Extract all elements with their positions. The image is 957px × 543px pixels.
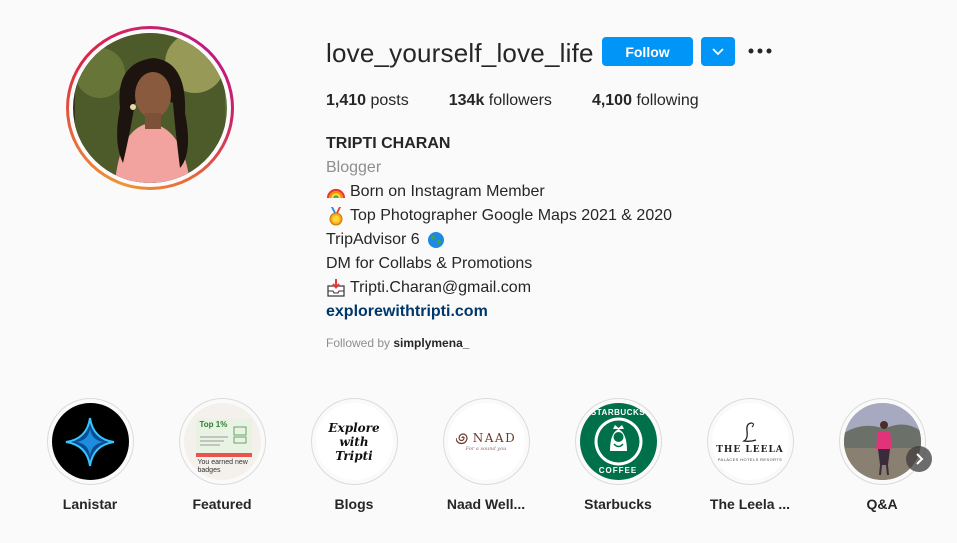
starbucks-top-text: STARBUCKS [590, 408, 646, 417]
profile-category: Blogger [326, 159, 382, 176]
starbucks-bottom-text: COFFEE [598, 466, 638, 475]
bio-line-5-text: Tripti.Charan@gmail.com [350, 279, 532, 296]
following-label: following [636, 92, 699, 109]
posts-stat: 1,410 posts [326, 92, 409, 110]
naad-subtext: For a sound you [465, 446, 507, 452]
profile-username: love_yourself_love_life [326, 38, 594, 68]
leela-monogram-icon [741, 422, 757, 442]
highlight-label: The Leela ... [709, 496, 791, 512]
featured-top-text: Top 1% [199, 420, 228, 429]
highlight-featured[interactable]: Top 1% You earned new badges Featured [167, 398, 277, 512]
naad-logo: NAAD [455, 431, 517, 445]
profile-website-link[interactable]: explorewithtripti.com [326, 300, 672, 324]
profile-bio: TRIPTI CHARAN Blogger Born on Instagram … [326, 132, 672, 324]
highlight-cover: THE LEELA PALACES HOTELS RESORTS [711, 403, 789, 480]
story-highlights: Lanistar Top 1% You earned new badges Fe… [0, 398, 957, 528]
followers-stat[interactable]: 134k followers [449, 92, 552, 110]
bio-line-3: TripAdvisor 6 [326, 228, 672, 252]
bio-line-3-text: TripAdvisor 6 [326, 231, 420, 248]
highlight-cover: STARBUCKS COFFEE [579, 403, 657, 480]
following-stat[interactable]: 4,100 following [592, 92, 699, 110]
chevron-down-icon [712, 47, 724, 55]
suggestions-dropdown-button[interactable] [701, 37, 735, 66]
avatar-portrait-icon [75, 33, 225, 183]
bio-line-1: Born on Instagram Member [326, 180, 672, 204]
bio-line-1-text: Born on Instagram Member [350, 183, 545, 200]
highlight-blogs[interactable]: Explore with Tripti Blogs [299, 398, 409, 512]
following-count: 4,100 [591, 92, 632, 109]
highlight-label: Featured [192, 496, 252, 512]
highlight-lanistar[interactable]: Lanistar [35, 398, 145, 512]
more-options-button[interactable] [746, 38, 774, 64]
highlight-ring: STARBUCKS COFFEE [574, 398, 662, 485]
naad-spiral-icon [455, 433, 468, 445]
highlight-ring [838, 398, 926, 485]
highlight-cover [51, 403, 129, 480]
highlight-ring: THE LEELA PALACES HOTELS RESORTS [706, 398, 794, 485]
profile-stats: 1,410 posts 134k followers 4,100 followi… [326, 92, 739, 110]
blogs-cover-text: Explore with Tripti [328, 420, 380, 463]
leela-logo-text: THE LEELA [716, 445, 784, 455]
highlight-ring: Explore with Tripti [310, 398, 398, 485]
rainbow-icon [326, 188, 346, 199]
chevron-right-icon [916, 453, 924, 465]
highlight-ring: NAAD For a sound you [442, 398, 530, 485]
bio-line-2: Top Photographer Google Maps 2021 & 2020 [326, 204, 672, 228]
medal-icon [329, 207, 343, 226]
highlight-naad[interactable]: NAAD For a sound you Naad Well... [431, 398, 541, 512]
avatar-photo [73, 33, 227, 183]
followed-by[interactable]: Followed by simplymena_ [326, 336, 469, 350]
profile-full-name: TRIPTI CHARAN [326, 135, 451, 152]
highlight-cover: Top 1% You earned new badges [183, 403, 261, 480]
followed-by-user: simplymena_ [393, 336, 470, 350]
featured-bottom-text: You earned new badges [197, 459, 248, 474]
avatar-inner [69, 29, 231, 187]
highlights-next-button[interactable] [906, 446, 932, 472]
highlight-starbucks[interactable]: STARBUCKS COFFEE Starbucks [563, 398, 673, 512]
lanistar-star-icon [65, 417, 115, 466]
bio-line-5: Tripti.Charan@gmail.com [326, 276, 672, 300]
highlight-cover: Explore with Tripti [315, 403, 393, 480]
followers-count: 134k [448, 92, 485, 109]
highlight-label: Starbucks [584, 496, 652, 512]
profile-avatar[interactable] [66, 26, 234, 190]
highlight-label: Naad Well... [446, 496, 526, 512]
followed-by-prefix: Followed by [326, 336, 391, 350]
globe-icon [427, 232, 444, 248]
highlight-label: Blogs [334, 496, 374, 512]
followers-label: followers [488, 92, 552, 109]
highlight-the-leela[interactable]: THE LEELA PALACES HOTELS RESORTS The Lee… [695, 398, 805, 512]
more-horizontal-icon [748, 48, 772, 54]
posts-label: posts [370, 92, 409, 109]
naad-logo-text: NAAD [472, 431, 517, 445]
highlight-label: Lanistar [62, 496, 118, 512]
bio-line-4: DM for Collabs & Promotions [326, 252, 672, 276]
bio-line-2-text: Top Photographer Google Maps 2021 & 2020 [350, 207, 673, 224]
leela-subtext: PALACES HOTELS RESORTS [717, 457, 783, 462]
qa-photo-icon [843, 403, 921, 480]
inbox-tray-icon [327, 279, 345, 297]
highlight-ring [46, 398, 134, 485]
highlight-cover [843, 403, 921, 480]
follow-button[interactable]: Follow [602, 37, 693, 66]
bio-line-4-text: DM for Collabs & Promotions [326, 255, 533, 272]
posts-count: 1,410 [326, 92, 367, 109]
highlight-cover: NAAD For a sound you [447, 403, 525, 480]
highlight-label: Q&A [866, 496, 898, 512]
highlight-ring: Top 1% You earned new badges [178, 398, 266, 485]
